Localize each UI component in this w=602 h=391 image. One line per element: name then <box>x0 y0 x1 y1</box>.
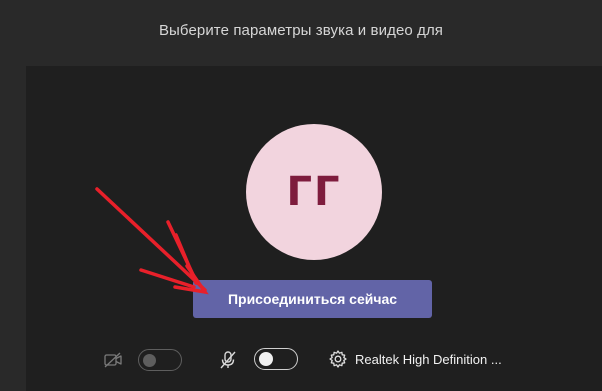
join-meeting-dialog: Выберите параметры звука и видео для ГГ … <box>0 0 602 391</box>
avatar-initials: ГГ <box>286 169 342 215</box>
camera-off-icon[interactable] <box>103 350 123 370</box>
avatar: ГГ <box>246 124 382 260</box>
dialog-title: Выберите параметры звука и видео для <box>158 22 444 39</box>
camera-toggle-knob <box>143 353 156 367</box>
title-bar: Выберите параметры звука и видео для <box>0 0 602 66</box>
camera-toggle[interactable] <box>138 349 182 371</box>
mic-off-icon[interactable] <box>218 350 238 370</box>
microphone-toggle-knob <box>259 352 273 366</box>
join-now-button[interactable]: Присоединиться сейчас <box>193 280 432 318</box>
gear-icon[interactable] <box>328 349 348 369</box>
microphone-toggle[interactable] <box>254 348 298 370</box>
device-controls: Realtek High Definition ... <box>0 340 602 380</box>
audio-device-label[interactable]: Realtek High Definition ... <box>355 352 502 367</box>
